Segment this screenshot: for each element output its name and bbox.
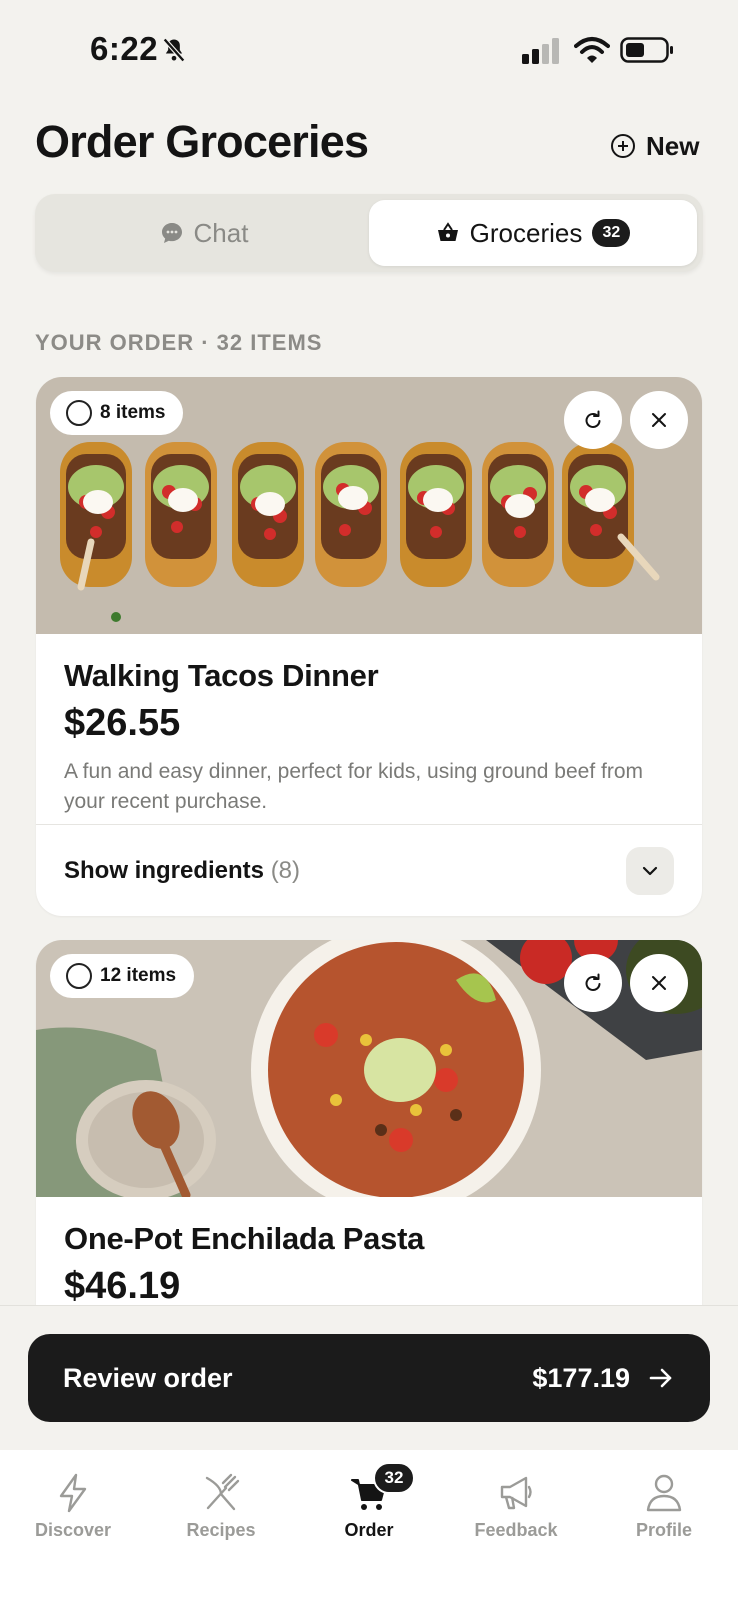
bell-muted-icon — [162, 37, 186, 63]
plus-circle-icon — [611, 134, 635, 158]
person-icon — [646, 1474, 682, 1512]
review-order-bar: Review order $177.19 — [0, 1305, 738, 1450]
tab-order-label: Order — [344, 1520, 394, 1540]
bottom-tab-bar: Discover Recipes 32 Order Feedback Profi… — [0, 1450, 738, 1600]
ingredients-count: (8) — [270, 856, 301, 884]
remove-recipe-button[interactable] — [630, 954, 688, 1012]
tab-discover[interactable]: Discover — [13, 1472, 133, 1541]
order-total: $177.19 — [532, 1362, 630, 1393]
tab-chat-label: Chat — [193, 217, 249, 248]
recipe-card: 8 items Walking Tacos Dinner $26.55 A fu… — [36, 377, 702, 916]
page-title: Order Groceries — [35, 116, 369, 167]
remove-recipe-button[interactable] — [630, 391, 688, 449]
refresh-icon — [585, 973, 601, 991]
new-button-label: New — [646, 130, 700, 161]
show-ingredients-label: Show ingredients — [64, 856, 265, 884]
swap-recipe-button[interactable] — [564, 391, 622, 449]
arrow-right-icon — [649, 1368, 672, 1388]
tab-groceries[interactable]: Groceries 32 — [369, 200, 697, 266]
recipe-price: $46.19 — [64, 1265, 181, 1307]
megaphone-icon — [500, 1476, 532, 1510]
status-bar: 6:22 — [0, 0, 738, 100]
radio-circle-icon — [66, 963, 92, 989]
recipe-select-pill[interactable]: 12 items — [50, 954, 195, 998]
tab-feedback-label: Feedback — [474, 1520, 558, 1540]
tab-discover-label: Discover — [34, 1520, 112, 1540]
order-section-label: YOUR ORDER · 32 ITEMS — [35, 330, 323, 355]
recipe-image-tacos: 8 items — [36, 377, 702, 634]
tab-profile[interactable]: Profile — [604, 1472, 724, 1541]
fork-knife-icon — [205, 1473, 240, 1511]
tab-groceries-label: Groceries — [469, 217, 583, 248]
recipe-description: A fun and easy dinner, perfect for kids,… — [64, 760, 644, 813]
tab-profile-label: Profile — [635, 1520, 692, 1540]
recipe-price: $26.55 — [64, 702, 181, 744]
groceries-count-badge: 32 — [592, 219, 631, 247]
tab-order[interactable]: 32 Order — [309, 1462, 429, 1541]
lightning-icon — [59, 1473, 87, 1513]
review-order-label: Review order — [63, 1362, 233, 1393]
recipe-image-pasta: 12 items — [36, 940, 702, 1197]
chat-bubble-icon — [161, 223, 182, 243]
show-ingredients-toggle[interactable]: Show ingredients (8) — [36, 824, 702, 916]
tab-chat[interactable]: Chat — [41, 200, 367, 266]
review-order-button[interactable]: Review order $177.19 — [28, 1334, 710, 1422]
basket-icon — [437, 222, 458, 241]
new-button[interactable]: New — [610, 128, 699, 164]
wifi-icon — [574, 37, 610, 63]
close-icon — [652, 413, 666, 427]
expand-ingredients-button[interactable] — [626, 846, 674, 895]
order-count-badge: 32 — [373, 1462, 415, 1494]
cellular-signal-icon — [522, 38, 559, 64]
refresh-icon — [585, 410, 601, 428]
tab-feedback[interactable]: Feedback — [456, 1472, 576, 1541]
swap-recipe-button[interactable] — [564, 954, 622, 1012]
status-time: 6:22 — [90, 30, 159, 67]
recipe-title: Walking Tacos Dinner — [64, 658, 379, 693]
radio-circle-icon — [66, 400, 92, 426]
chevron-down-icon — [642, 866, 658, 875]
recipe-items-count: 12 items — [100, 965, 177, 986]
tab-recipes[interactable]: Recipes — [161, 1472, 281, 1541]
tab-recipes-label: Recipes — [186, 1520, 256, 1540]
segmented-tabs: Chat Groceries 32 — [35, 194, 703, 272]
recipe-select-pill[interactable]: 8 items — [50, 391, 184, 435]
close-icon — [652, 976, 666, 990]
recipe-items-count: 8 items — [100, 402, 166, 423]
recipe-title: One-Pot Enchilada Pasta — [64, 1221, 425, 1256]
battery-icon — [620, 37, 673, 63]
